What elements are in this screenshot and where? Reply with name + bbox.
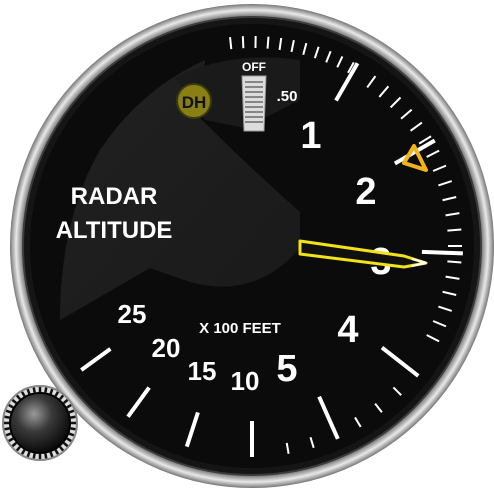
scale-label-1: 1 (300, 115, 321, 157)
dh-label: DH (182, 93, 207, 112)
knob-knurl (44, 387, 48, 393)
knob-knurl (5, 432, 12, 437)
knob-knurl (70, 427, 76, 431)
minor-tick (447, 260, 462, 264)
gauge-title-line2: ALTITUDE (56, 217, 173, 244)
scale-label-5: 5 (276, 348, 297, 390)
knob-knurl (32, 387, 36, 393)
major-tick (421, 249, 463, 256)
knob-knurl (44, 453, 48, 459)
dh-indicator: DH (176, 83, 212, 119)
minor-tick (266, 36, 270, 49)
knob-knurl (68, 432, 75, 437)
knob-knurl (70, 415, 76, 419)
radar-altimeter-gauge: OFF DH RADAR ALTITUDE X 100 FEET .50 1 2… (2, 4, 494, 488)
knob-knurl (26, 451, 31, 458)
knob-knurl (26, 388, 31, 395)
scale-label-15: 15 (188, 356, 217, 386)
scale-label-4: 4 (337, 309, 358, 351)
knob-knurl (49, 451, 54, 458)
off-flag-label: OFF (242, 60, 266, 74)
minor-tick (447, 228, 462, 232)
scale-label-20: 20 (152, 333, 181, 363)
knob-knurl (4, 427, 10, 431)
off-flag: OFF (241, 60, 267, 132)
gauge-title-line1: RADAR (71, 183, 158, 210)
knob-knurl (49, 388, 54, 395)
minor-tick (229, 37, 233, 50)
knob-knurl (32, 453, 36, 459)
knob-knurl (68, 409, 75, 414)
scale-label-2: 2 (355, 171, 376, 213)
scale-label-10: 10 (231, 366, 260, 396)
knob-knurl (5, 409, 12, 414)
dh-set-knob[interactable] (2, 385, 78, 461)
minor-tick (241, 36, 245, 49)
knob-knurl (4, 415, 10, 419)
scale-label-25: 25 (118, 299, 147, 329)
units-label: X 100 FEET (199, 320, 281, 337)
scale-label-050: .50 (277, 88, 298, 105)
